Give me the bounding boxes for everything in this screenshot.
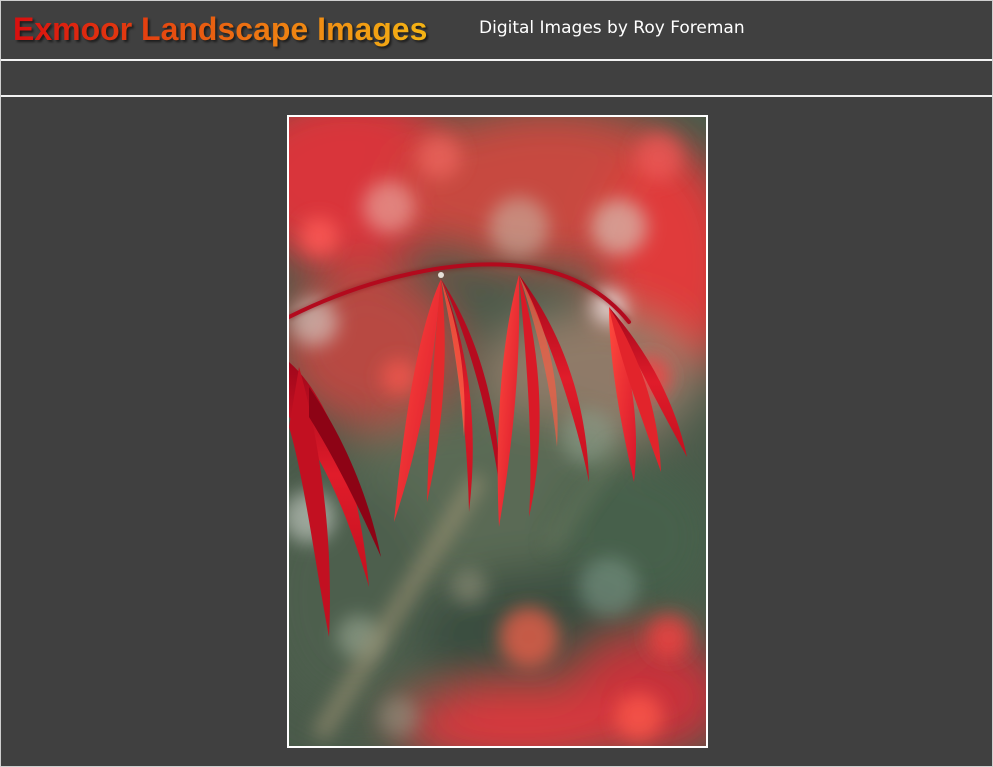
- navigation-bar: [1, 61, 992, 95]
- page-frame: Exmoor Landscape Images Digital Images b…: [0, 0, 993, 767]
- site-title[interactable]: Exmoor Landscape Images: [13, 9, 427, 49]
- maple-leaves-image: [289, 117, 706, 746]
- site-header: Exmoor Landscape Images Digital Images b…: [1, 1, 992, 59]
- site-tagline: Digital Images by Roy Foreman: [479, 18, 745, 38]
- nav-divider: [1, 95, 992, 97]
- main-photo[interactable]: [287, 115, 708, 748]
